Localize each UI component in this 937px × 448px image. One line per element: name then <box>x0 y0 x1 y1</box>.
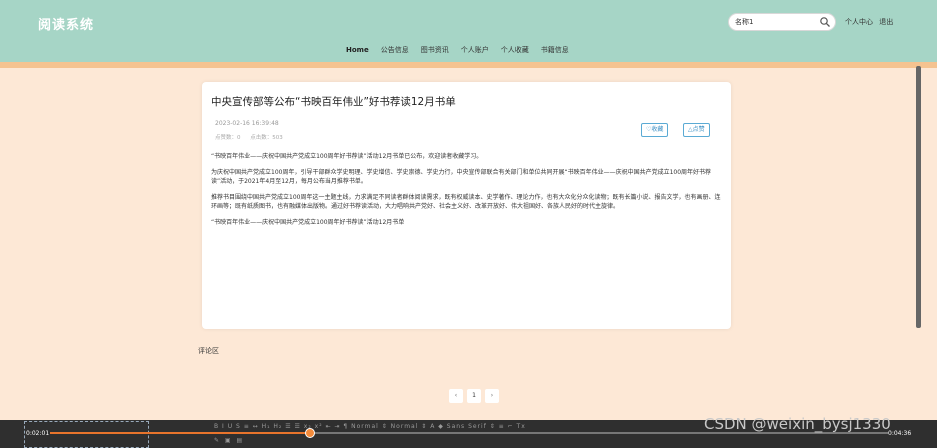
nav-personal-account[interactable]: 个人账户 <box>455 40 495 60</box>
search-box[interactable] <box>728 13 836 31</box>
next-page-button[interactable]: › <box>485 389 499 403</box>
nav-book-news[interactable]: 图书资讯 <box>415 40 455 60</box>
video-total-time: 0:04:36 <box>888 430 912 437</box>
editor-toolbar-row2[interactable]: ✎ ▣ ▤ <box>214 437 244 444</box>
comments-heading: 评论区 <box>198 347 219 355</box>
like-button[interactable]: △点赞 <box>683 123 710 137</box>
video-current-time: 0:02:01 <box>26 430 50 437</box>
main-nav: Home 公告信息 图书资讯 个人账户 个人收藏 书籍信息 <box>340 40 575 60</box>
video-progress-fill <box>50 432 310 434</box>
header-stripe <box>0 62 937 68</box>
article-card: 中央宣传部等公布“书映百年伟业”好书荐读12月书单 2023-02-16 16:… <box>202 82 731 329</box>
video-progress-handle[interactable] <box>304 428 315 438</box>
user-links: 个人中心 退出 <box>845 17 897 27</box>
article-paragraph: 推荐书目围绕中国共产党成立100周年这一主题主线，力求满足不同读者群体阅读需求，… <box>211 193 721 211</box>
nav-home[interactable]: Home <box>340 40 375 60</box>
article-body: “书映百年伟业——庆祝中国共产党成立100周年好书荐读”活动12月书单已公布，欢… <box>211 152 723 233</box>
top-header: 阅读系统 个人中心 退出 Home 公告信息 图书资讯 个人账户 个人收藏 书籍… <box>0 0 937 62</box>
likes-count: 点赞数：0 <box>215 135 241 141</box>
prev-page-button[interactable]: ‹ <box>449 389 463 403</box>
article-paragraph: “书映百年伟业——庆祝中国共产党成立100周年好书荐读”活动12月书单 <box>211 218 405 226</box>
personal-center-link[interactable]: 个人中心 <box>845 18 873 26</box>
nav-book-info[interactable]: 书籍信息 <box>535 40 575 60</box>
editor-toolbar[interactable]: B I U S ≡ ↔ H₁ H₂ ☰ ☰ x₂ x² ⇤ ⇥ ¶ Normal… <box>214 423 526 430</box>
page-scrollbar[interactable] <box>916 66 921 328</box>
nav-announcements[interactable]: 公告信息 <box>375 40 415 60</box>
csdn-watermark: CSDN @weixin_bysj1330 <box>704 415 891 433</box>
article-paragraph: 为庆祝中国共产党成立100周年，引导干部群众学史明理、学史增信、学史崇德、学史力… <box>211 168 712 186</box>
pagination: ‹ 1 › <box>447 389 501 403</box>
search-input[interactable] <box>735 15 815 29</box>
article-title: 中央宣传部等公布“书映百年伟业”好书荐读12月书单 <box>211 96 456 108</box>
nav-personal-favorites[interactable]: 个人收藏 <box>495 40 535 60</box>
page-number-button[interactable]: 1 <box>467 389 481 403</box>
search-icon[interactable] <box>819 16 831 28</box>
app-logo-title[interactable]: 阅读系统 <box>38 14 94 33</box>
favorite-button[interactable]: ♡收藏 <box>641 123 669 137</box>
article-stats: 点赞数：0 点击数：503 <box>215 133 291 141</box>
article-date: 2023-02-16 16:39:48 <box>215 120 279 127</box>
article-paragraph: “书映百年伟业——庆祝中国共产党成立100周年好书荐读”活动12月书单已公布，欢… <box>211 153 483 160</box>
clicks-count: 点击数：503 <box>250 135 283 141</box>
logout-link[interactable]: 退出 <box>879 18 893 26</box>
